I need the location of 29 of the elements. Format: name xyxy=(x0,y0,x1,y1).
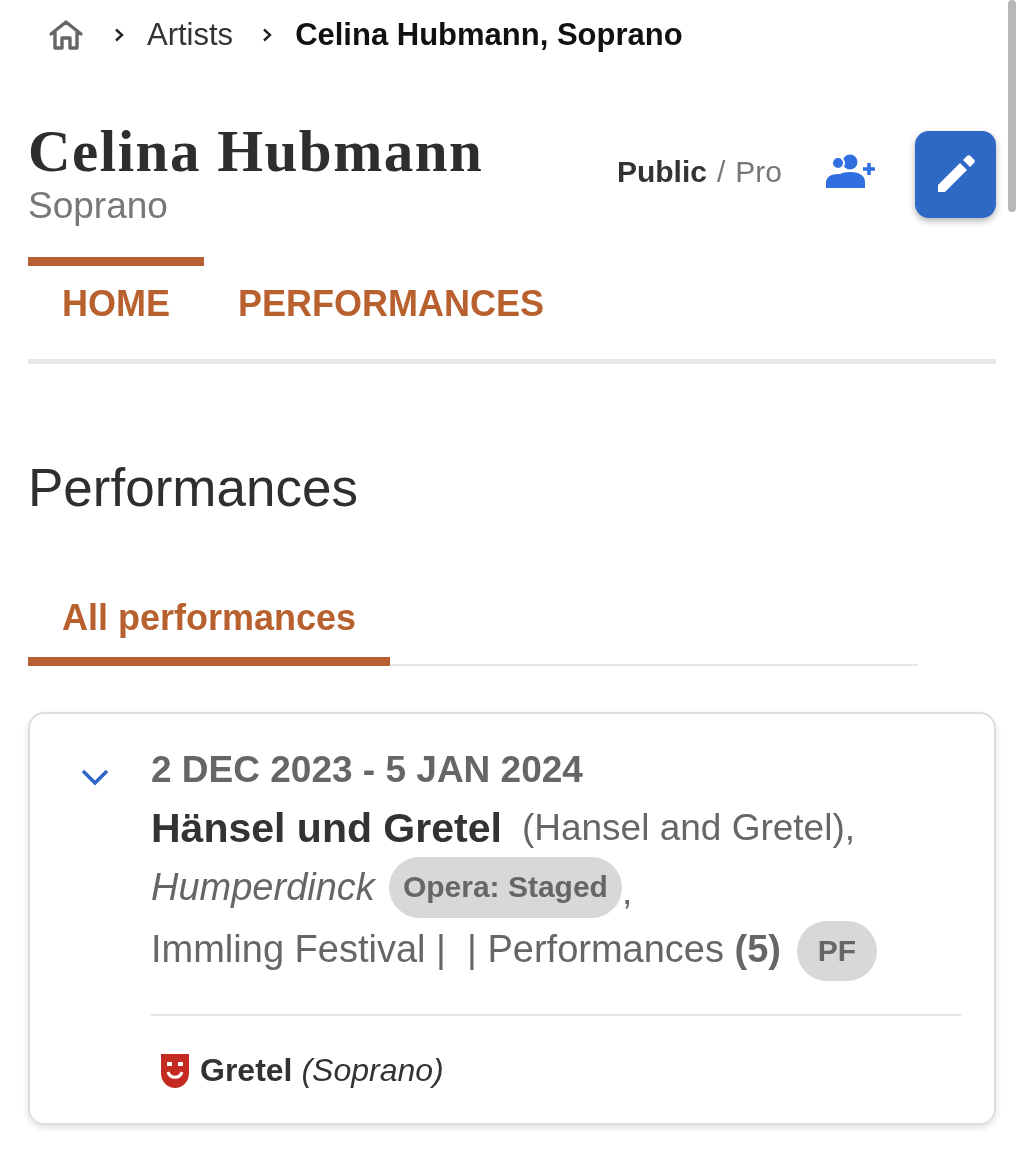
section-heading: Performances xyxy=(28,460,359,516)
scrollbar-thumb[interactable] xyxy=(1008,0,1016,212)
tab[interactable]: PERFORMANCES xyxy=(204,257,579,359)
theater-mask-icon xyxy=(160,1052,190,1089)
production-badge: PF xyxy=(797,921,878,981)
tab[interactable]: All performances xyxy=(28,598,391,666)
breadcrumb-link[interactable]: Artists xyxy=(147,17,234,53)
translated-title: (Hansel and Gretel), xyxy=(521,807,856,849)
role-text: Gretel (Soprano) xyxy=(200,1052,444,1089)
separator-text: / xyxy=(716,155,726,189)
artist-name: Celina Hubmann xyxy=(28,120,485,182)
visibility-option[interactable]: Pro xyxy=(735,155,782,189)
venue-info: Immling Festival | | Performances (5) xyxy=(151,927,782,971)
add-person-icon[interactable] xyxy=(825,153,875,189)
chevron-down-icon[interactable] xyxy=(80,768,110,786)
voice-type: Soprano xyxy=(28,186,169,226)
composer-name: Humperdinck xyxy=(151,865,375,909)
current-page-label: Celina Hubmann, Soprano xyxy=(295,17,683,53)
home-icon[interactable] xyxy=(47,19,85,51)
date-range: 2 DEC 2023 - 5 JAN 2024 xyxy=(151,748,584,792)
chevron-right-icon xyxy=(262,28,273,42)
chevron-right-icon xyxy=(114,28,124,42)
visibility-option[interactable]: Public xyxy=(616,155,707,189)
performance-title[interactable]: Hänsel und Gretel xyxy=(151,804,502,852)
pencil-icon xyxy=(935,154,976,194)
genre-tag: Opera: Staged xyxy=(388,856,622,918)
punctuation-mark: , xyxy=(621,871,633,913)
edit-button[interactable] xyxy=(915,130,996,218)
tab[interactable]: HOME xyxy=(28,257,204,359)
